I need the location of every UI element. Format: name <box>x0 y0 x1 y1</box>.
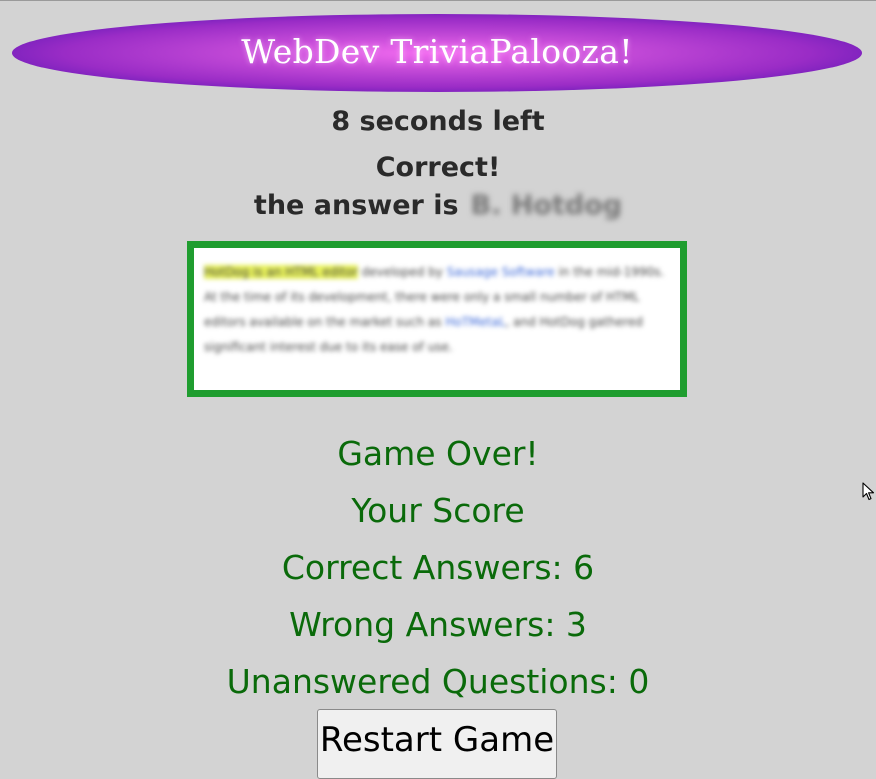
unanswered-questions-count: Unanswered Questions: 0 <box>226 662 650 701</box>
answer-value: B. Hotdog <box>470 190 623 221</box>
timer-text: 8 seconds left <box>331 106 545 137</box>
mouse-pointer-icon <box>862 482 875 501</box>
title-banner: WebDev TriviaPalooza! <box>12 14 862 92</box>
answer-highlight: HotDog is an HTML editor <box>204 265 358 279</box>
answer-link-2[interactable]: HoTMetaL <box>445 315 505 329</box>
score-heading: Your Score <box>351 491 525 530</box>
answer-link-1[interactable]: Sausage Software <box>447 265 555 279</box>
answer-line: the answer is B. Hotdog <box>0 190 876 221</box>
correct-answers-count: Correct Answers: 6 <box>281 548 595 587</box>
answer-description: HotDog is an HTML editor developed by Sa… <box>204 260 670 360</box>
game-over-title: Game Over! <box>337 434 539 473</box>
page-title: WebDev TriviaPalooza! <box>241 31 633 71</box>
answer-text-1: developed by <box>357 265 447 279</box>
wrong-answers-count: Wrong Answers: 3 <box>289 605 587 644</box>
top-divider <box>0 0 876 1</box>
answer-prefix: the answer is <box>253 190 459 221</box>
answer-image-box: HotDog is an HTML editor developed by Sa… <box>187 241 687 397</box>
result-text: Correct! <box>375 152 501 183</box>
